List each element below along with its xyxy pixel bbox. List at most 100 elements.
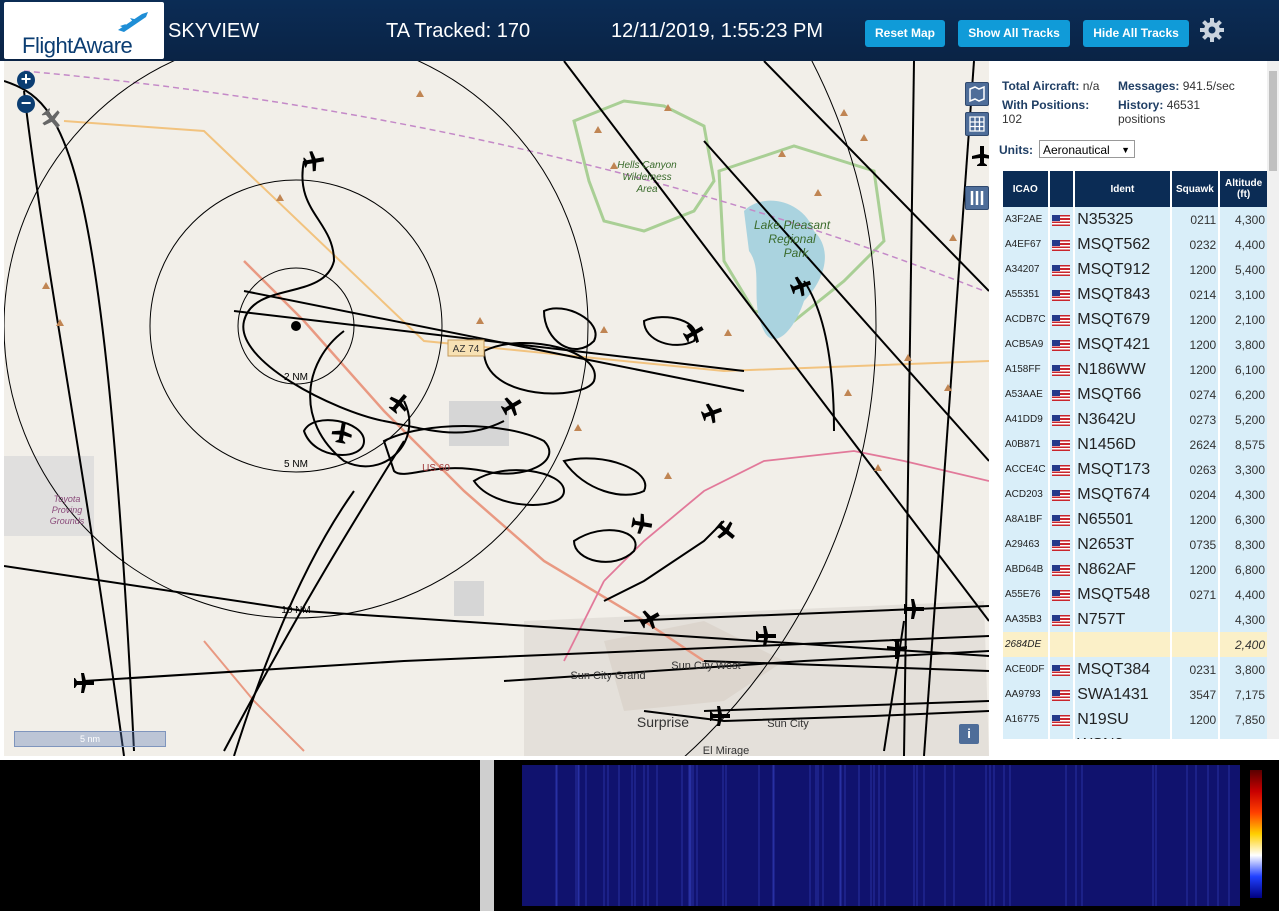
aircraft-row[interactable]: A158FF N186WW 1200 6,100 (1003, 357, 1267, 382)
aircraft-row[interactable]: ACB5A9 MSQT421 1200 3,800 (1003, 332, 1267, 357)
altitude-cell: 4,300 (1220, 207, 1267, 232)
panel-divider[interactable] (480, 760, 494, 911)
aircraft-icon[interactable] (712, 517, 740, 545)
aircraft-row[interactable]: AA9793 SWA1431 3547 7,175 (1003, 682, 1267, 707)
positions-stat: With Positions: 102 (1002, 98, 1089, 126)
aircraft-row[interactable]: A53AAE MSQT66 0274 6,200 (1003, 382, 1267, 407)
icao-cell: A55351 (1003, 282, 1048, 307)
ident-cell: SWA1431 (1075, 682, 1170, 707)
scrollbar-thumb[interactable] (1269, 71, 1277, 171)
flag-cell (1049, 507, 1074, 532)
column-header-flag[interactable] (1049, 171, 1074, 207)
receiver-location (291, 321, 301, 331)
zoom-out-button[interactable]: − (17, 94, 35, 113)
altitude-cell: 8,300 (1220, 532, 1267, 557)
squawk-cell: 0263 (1171, 457, 1219, 482)
ident-cell: MSQT912 (1075, 257, 1170, 282)
messages-value: 941.5/sec (1182, 79, 1235, 93)
us-flag-icon (1051, 389, 1070, 401)
squawk-cell: 0274 (1171, 382, 1219, 407)
columns-toggle-button[interactable] (965, 186, 989, 210)
aircraft-row[interactable]: A16775 N19SU 1200 7,850 (1003, 707, 1267, 732)
grid-toggle-button[interactable] (965, 112, 989, 136)
map-label-lake-pleasant-1: Lake Pleasant (754, 218, 831, 232)
aircraft-row[interactable]: ACDB7C MSQT679 1200 2,100 (1003, 307, 1267, 332)
aircraft-icon[interactable] (630, 512, 653, 535)
aircraft-icon[interactable] (74, 673, 94, 693)
map-label-az74: AZ 74 (453, 344, 480, 355)
squawk-cell: 0231 (1171, 657, 1219, 682)
show-all-tracks-button[interactable]: Show All Tracks (958, 20, 1070, 47)
aircraft-icon[interactable] (302, 149, 325, 172)
aircraft-row[interactable]: AA35B3 N757T 4,300 (1003, 607, 1267, 632)
ident-cell: MSQT843 (1075, 282, 1170, 307)
icao-cell: 2684DE (1003, 632, 1048, 657)
info-button[interactable]: i (959, 724, 979, 744)
aircraft-icon[interactable] (38, 105, 66, 133)
sidebar-scrollbar[interactable] (1267, 61, 1279, 739)
map-view[interactable]: Hells Canyon Wilderness Area Lake Pleasa… (4, 61, 989, 756)
map-label-sun-city-west: Sun City West (671, 660, 741, 672)
icao-cell: A76277 (1003, 732, 1048, 739)
squawk-cell: 1200 (1171, 557, 1219, 582)
ident-cell: MSQT384 (1075, 657, 1170, 682)
aircraft-row[interactable]: ACCE4C MSQT173 0263 3,300 (1003, 457, 1267, 482)
altitude-cell: 2,100 (1220, 307, 1267, 332)
map-canvas[interactable]: Hells Canyon Wilderness Area Lake Pleasa… (4, 61, 989, 756)
aircraft-row[interactable]: ABD64B N862AF 1200 6,800 (1003, 557, 1267, 582)
tracked-count: TA Tracked: 170 (386, 20, 531, 42)
aircraft-row[interactable]: A0B871 N1456D 2624 8,575 (1003, 432, 1267, 457)
altitude-cell: 4,300 (1220, 607, 1267, 632)
aircraft-row[interactable]: A76277 WSN3261426,000 (1003, 732, 1267, 739)
altitude-cell: 6,800 (1220, 557, 1267, 582)
units-select[interactable]: Aeronautical ▼ (1039, 140, 1135, 158)
history-stat: History: 46531 positions (1118, 98, 1200, 126)
aircraft-icon[interactable] (699, 400, 725, 426)
ident-cell: MSQT421 (1075, 332, 1170, 357)
flag-cell (1049, 607, 1074, 632)
aircraft-row[interactable]: A4EF67 MSQT562 0232 4,400 (1003, 232, 1267, 257)
aircraft-row[interactable]: ACD203 MSQT674 0204 4,300 (1003, 482, 1267, 507)
aircraft-row[interactable]: ACE0DF MSQT384 0231 3,800 (1003, 657, 1267, 682)
waterfall-noise (555, 765, 1230, 906)
aircraft-row[interactable]: A55351 MSQT843 0214 3,100 (1003, 282, 1267, 307)
us-flag-icon (1051, 514, 1070, 526)
ring-label-5nm: 5 NM (284, 459, 308, 470)
aircraft-icon[interactable] (680, 319, 707, 346)
reset-map-button[interactable]: Reset Map (865, 20, 945, 47)
us-flag-icon (1051, 439, 1070, 451)
altitude-cell: 3,100 (1220, 282, 1267, 307)
aircraft-icon[interactable] (972, 146, 989, 166)
aircraft-row[interactable]: A55E76 MSQT548 0271 4,400 (1003, 582, 1267, 607)
positions-label: With Positions: (1002, 98, 1090, 112)
aircraft-row[interactable]: A3F2AE N35325 0211 4,300 (1003, 207, 1267, 232)
total-aircraft-label: Total Aircraft: (1002, 79, 1080, 93)
ident-cell: MSQT679 (1075, 307, 1170, 332)
hide-all-tracks-button[interactable]: Hide All Tracks (1083, 20, 1189, 47)
aircraft-row[interactable]: A29463 N2653T 0735 8,300 (1003, 532, 1267, 557)
zoom-in-button[interactable]: + (17, 70, 35, 89)
settings-gear-icon[interactable] (1199, 17, 1225, 43)
flightaware-logo[interactable]: FlightAware (4, 2, 164, 59)
aircraft-row[interactable]: A41DD9 N3642U 0273 5,200 (1003, 407, 1267, 432)
flag-cell (1049, 557, 1074, 582)
map-label-toyota-3: Grounds (50, 516, 85, 526)
map-layers-button[interactable] (965, 82, 989, 106)
flag-cell (1049, 282, 1074, 307)
column-header-ident[interactable]: Ident (1075, 171, 1170, 207)
column-header-icao[interactable]: ICAO (1003, 171, 1048, 207)
map-label-toyota-2: Proving (52, 505, 83, 515)
aircraft-row[interactable]: A8A1BF N65501 1200 6,300 (1003, 507, 1267, 532)
route-road (603, 450, 989, 582)
us-flag-icon (1051, 614, 1070, 626)
column-header-squawk[interactable]: Squawk (1171, 171, 1219, 207)
column-header-altitude[interactable]: Altitude (ft) (1220, 171, 1267, 207)
boundary-line (23, 70, 985, 292)
aircraft-row[interactable]: A34207 MSQT912 1200 5,400 (1003, 257, 1267, 282)
history-label: History: (1118, 98, 1164, 112)
us-flag-icon (1051, 339, 1070, 351)
total-aircraft-value: n/a (1082, 79, 1100, 93)
ident-cell (1075, 632, 1170, 657)
squawk-cell: 0735 (1171, 532, 1219, 557)
aircraft-row[interactable]: 2684DE 2,400 (1003, 632, 1267, 657)
